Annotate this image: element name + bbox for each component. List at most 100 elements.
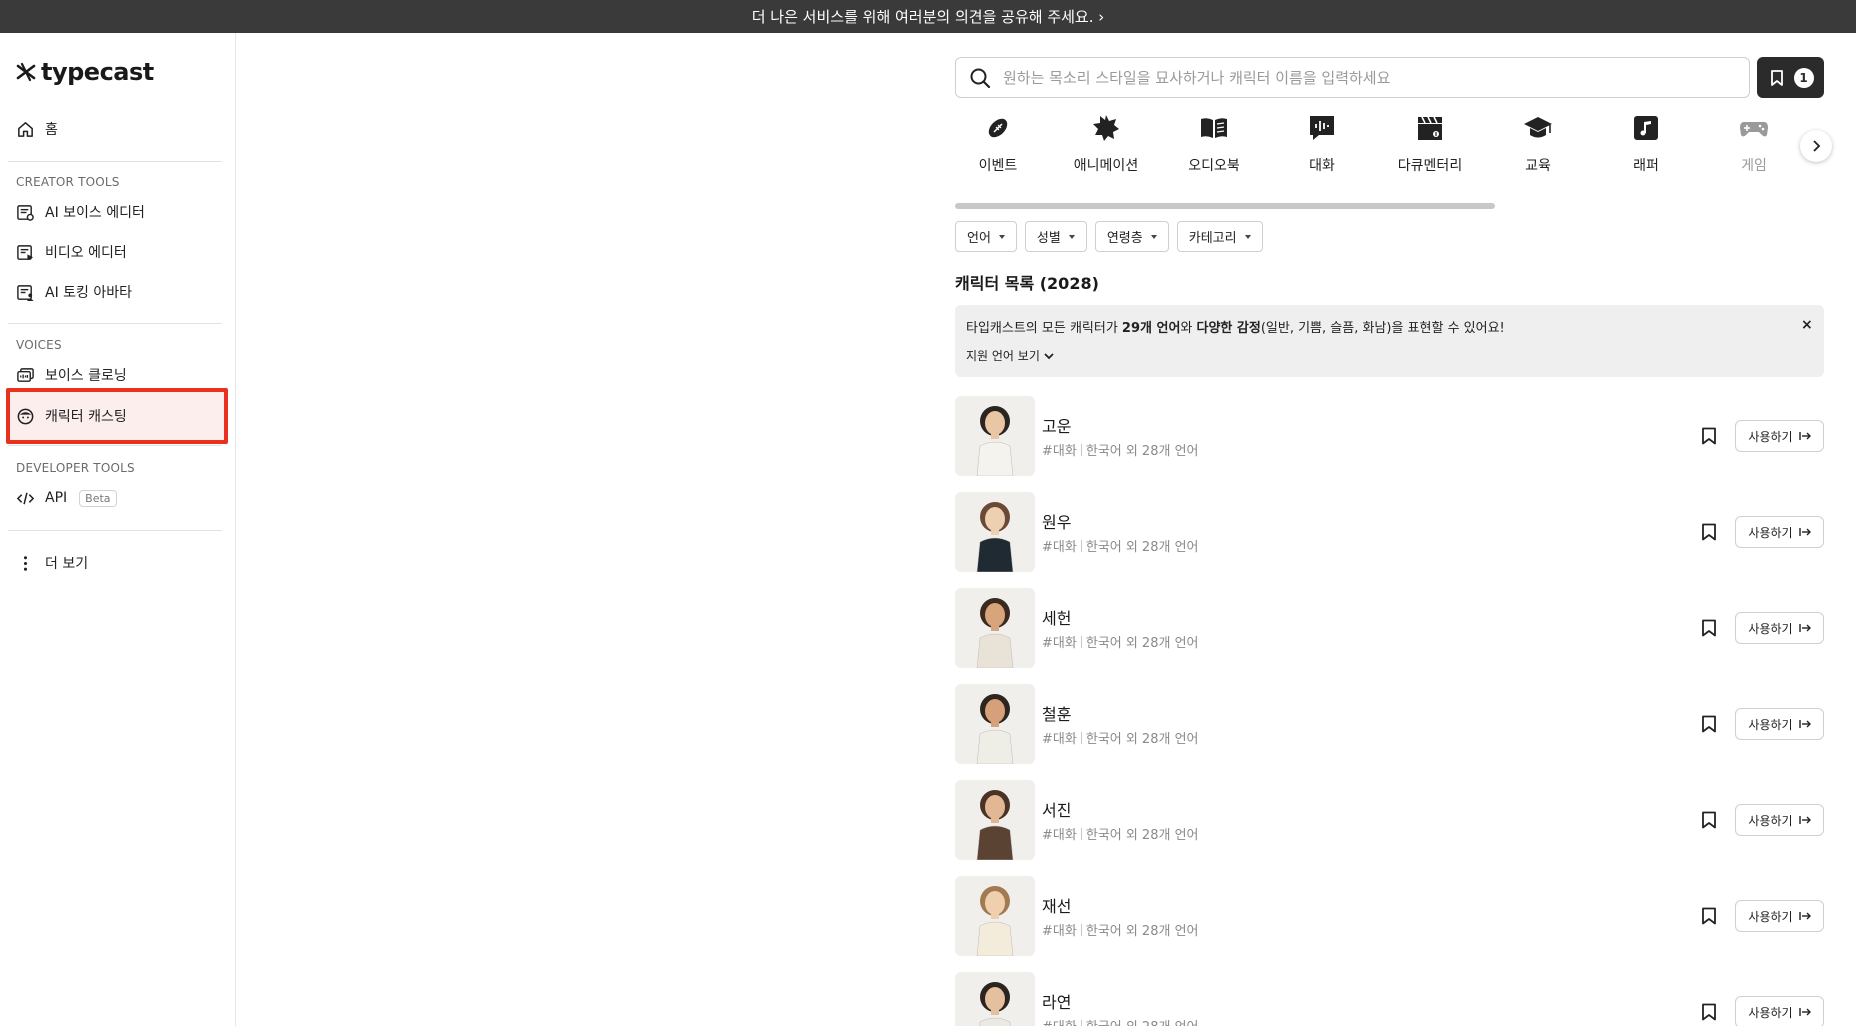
beta-badge: Beta bbox=[79, 489, 117, 507]
character-tag: #대화 bbox=[1042, 732, 1077, 747]
character-name: 원우 bbox=[1042, 513, 1072, 532]
search-input[interactable] bbox=[1003, 68, 1723, 87]
starburst-icon bbox=[1093, 115, 1119, 141]
bookmark-count-badge: 1 bbox=[1793, 67, 1814, 88]
speech-bubble-icon bbox=[1310, 116, 1334, 140]
use-button-label: 사용하기 bbox=[1748, 909, 1793, 924]
use-button-label: 사용하기 bbox=[1748, 525, 1793, 540]
use-character-button[interactable]: 사용하기 bbox=[1735, 900, 1824, 932]
supported-languages-link[interactable]: 지원 언어 보기 bbox=[966, 347, 1055, 364]
sidebar-divider bbox=[8, 161, 222, 162]
character-row[interactable]: 원우 #대화 한국어 외 28개 언어 사용하기 bbox=[955, 492, 1824, 574]
clapperboard-icon bbox=[1418, 116, 1442, 140]
voice-editor-icon bbox=[17, 204, 34, 221]
character-languages: 한국어 외 28개 언어 bbox=[1085, 924, 1199, 939]
typecast-logo-icon bbox=[16, 62, 36, 82]
character-avatar bbox=[955, 396, 1035, 476]
music-note-icon bbox=[1634, 116, 1658, 140]
more-vertical-icon bbox=[23, 555, 28, 571]
category-animation[interactable]: 애니메이션 bbox=[1061, 113, 1151, 175]
character-row[interactable]: 세헌 #대화 한국어 외 28개 언어 사용하기 bbox=[955, 588, 1824, 670]
arrow-right-bar-icon bbox=[1798, 816, 1811, 824]
sidebar-item-more[interactable]: 더 보기 bbox=[16, 551, 88, 575]
character-row[interactable]: 라연 #대화 한국어 외 28개 언어 사용하기 bbox=[955, 972, 1824, 1026]
character-avatar bbox=[955, 876, 1035, 956]
category-label: 오디오북 bbox=[1188, 158, 1240, 174]
section-label-voices: VOICES bbox=[16, 338, 62, 352]
filter-label: 성별 bbox=[1036, 231, 1061, 246]
arrow-right-bar-icon bbox=[1798, 624, 1811, 632]
bookmark-icon[interactable] bbox=[1701, 811, 1717, 829]
category-game[interactable]: 게임 bbox=[1709, 113, 1799, 175]
sidebar-item-voice-cloning[interactable]: 보이스 클로닝 bbox=[16, 363, 127, 387]
category-documentary[interactable]: 다큐멘터리 bbox=[1385, 113, 1475, 175]
character-row[interactable]: 철훈 #대화 한국어 외 28개 언어 사용하기 bbox=[955, 684, 1824, 766]
category-label: 게임 bbox=[1741, 158, 1767, 174]
filter-age[interactable]: 연령층 bbox=[1094, 221, 1169, 252]
link-label: 지원 언어 보기 bbox=[966, 349, 1040, 363]
category-audiobook[interactable]: 오디오북 bbox=[1169, 113, 1259, 175]
use-character-button[interactable]: 사용하기 bbox=[1735, 516, 1824, 548]
category-rapper[interactable]: 래퍼 bbox=[1601, 113, 1691, 175]
category-carousel: 이벤트 애니메이션 오디오북 대화 다큐멘터리 교육 래퍼 게임 bbox=[955, 113, 1824, 193]
gamepad-icon bbox=[1740, 122, 1768, 137]
sidebar-item-label: 캐릭터 캐스팅 bbox=[45, 409, 127, 425]
use-character-button[interactable]: 사용하기 bbox=[1735, 804, 1824, 836]
sidebar-item-video-editor[interactable]: 비디오 에디터 bbox=[16, 240, 127, 264]
category-label: 대화 bbox=[1309, 158, 1335, 174]
search-icon bbox=[970, 68, 991, 88]
character-row[interactable]: 재선 #대화 한국어 외 28개 언어 사용하기 bbox=[955, 876, 1824, 958]
filter-language[interactable]: 언어 bbox=[955, 221, 1017, 252]
brand-logo[interactable]: typecast bbox=[15, 58, 154, 86]
filter-label: 카테고리 bbox=[1188, 231, 1237, 246]
carousel-scrollbar[interactable] bbox=[955, 203, 1495, 209]
meta-separator bbox=[1080, 732, 1082, 744]
bookmark-icon[interactable] bbox=[1701, 715, 1717, 733]
open-book-icon bbox=[1201, 118, 1227, 138]
sidebar-item-home[interactable]: 홈 bbox=[16, 117, 58, 141]
character-casting-icon bbox=[17, 408, 34, 424]
character-row[interactable]: 서진 #대화 한국어 외 28개 언어 사용하기 bbox=[955, 780, 1824, 862]
bookmark-icon[interactable] bbox=[1701, 523, 1717, 541]
use-character-button[interactable]: 사용하기 bbox=[1735, 612, 1824, 644]
search-bar[interactable] bbox=[955, 57, 1750, 98]
meta-separator bbox=[1080, 828, 1082, 840]
character-avatar bbox=[955, 588, 1035, 668]
character-avatar bbox=[955, 492, 1035, 572]
sidebar-item-voice-editor[interactable]: AI 보이스 에디터 bbox=[16, 200, 145, 224]
bookmark-icon[interactable] bbox=[1701, 907, 1717, 925]
category-label: 다큐멘터리 bbox=[1397, 158, 1463, 174]
character-row[interactable]: 고운 #대화 한국어 외 28개 언어 사용하기 bbox=[955, 396, 1824, 478]
use-character-button[interactable]: 사용하기 bbox=[1735, 420, 1824, 452]
bookmark-icon[interactable] bbox=[1701, 619, 1717, 637]
bookmark-icon[interactable] bbox=[1701, 1003, 1717, 1021]
use-button-label: 사용하기 bbox=[1748, 717, 1793, 732]
filter-category[interactable]: 카테고리 bbox=[1176, 221, 1263, 252]
character-avatar bbox=[955, 684, 1035, 764]
filter-gender[interactable]: 성별 bbox=[1024, 221, 1087, 252]
close-notice-button[interactable]: × bbox=[1801, 317, 1813, 333]
arrow-right-bar-icon bbox=[1798, 912, 1811, 920]
character-meta: #대화 한국어 외 28개 언어 bbox=[1042, 920, 1199, 939]
carousel-next-button[interactable] bbox=[1800, 130, 1832, 162]
category-conversation[interactable]: 대화 bbox=[1277, 113, 1367, 175]
category-education[interactable]: 교육 bbox=[1493, 113, 1583, 175]
feedback-banner-text: 더 나은 서비스를 위해 여러분의 의견을 공유해 주세요. › bbox=[751, 8, 1105, 26]
use-character-button[interactable]: 사용하기 bbox=[1735, 996, 1824, 1026]
bookmark-icon bbox=[1770, 69, 1783, 86]
character-languages: 한국어 외 28개 언어 bbox=[1085, 540, 1199, 555]
character-languages: 한국어 외 28개 언어 bbox=[1085, 732, 1199, 747]
sidebar-item-api[interactable]: API Beta bbox=[16, 486, 117, 510]
section-label-creator-tools: CREATOR TOOLS bbox=[16, 175, 120, 189]
use-character-button[interactable]: 사용하기 bbox=[1735, 708, 1824, 740]
rugby-ball-icon bbox=[988, 118, 1008, 138]
category-event[interactable]: 이벤트 bbox=[953, 113, 1043, 175]
arrow-right-bar-icon bbox=[1798, 720, 1811, 728]
bookmarks-button[interactable]: 1 bbox=[1757, 57, 1824, 98]
sidebar-item-character-casting[interactable]: 캐릭터 캐스팅 bbox=[16, 404, 127, 428]
character-tag: #대화 bbox=[1042, 1020, 1077, 1026]
bookmark-icon[interactable] bbox=[1701, 427, 1717, 445]
sidebar-item-talking-avatar[interactable]: AI 토킹 아바타 bbox=[16, 280, 132, 304]
feedback-banner[interactable]: 더 나은 서비스를 위해 여러분의 의견을 공유해 주세요. › bbox=[0, 0, 1856, 33]
sidebar-item-label: 비디오 에디터 bbox=[45, 245, 127, 261]
